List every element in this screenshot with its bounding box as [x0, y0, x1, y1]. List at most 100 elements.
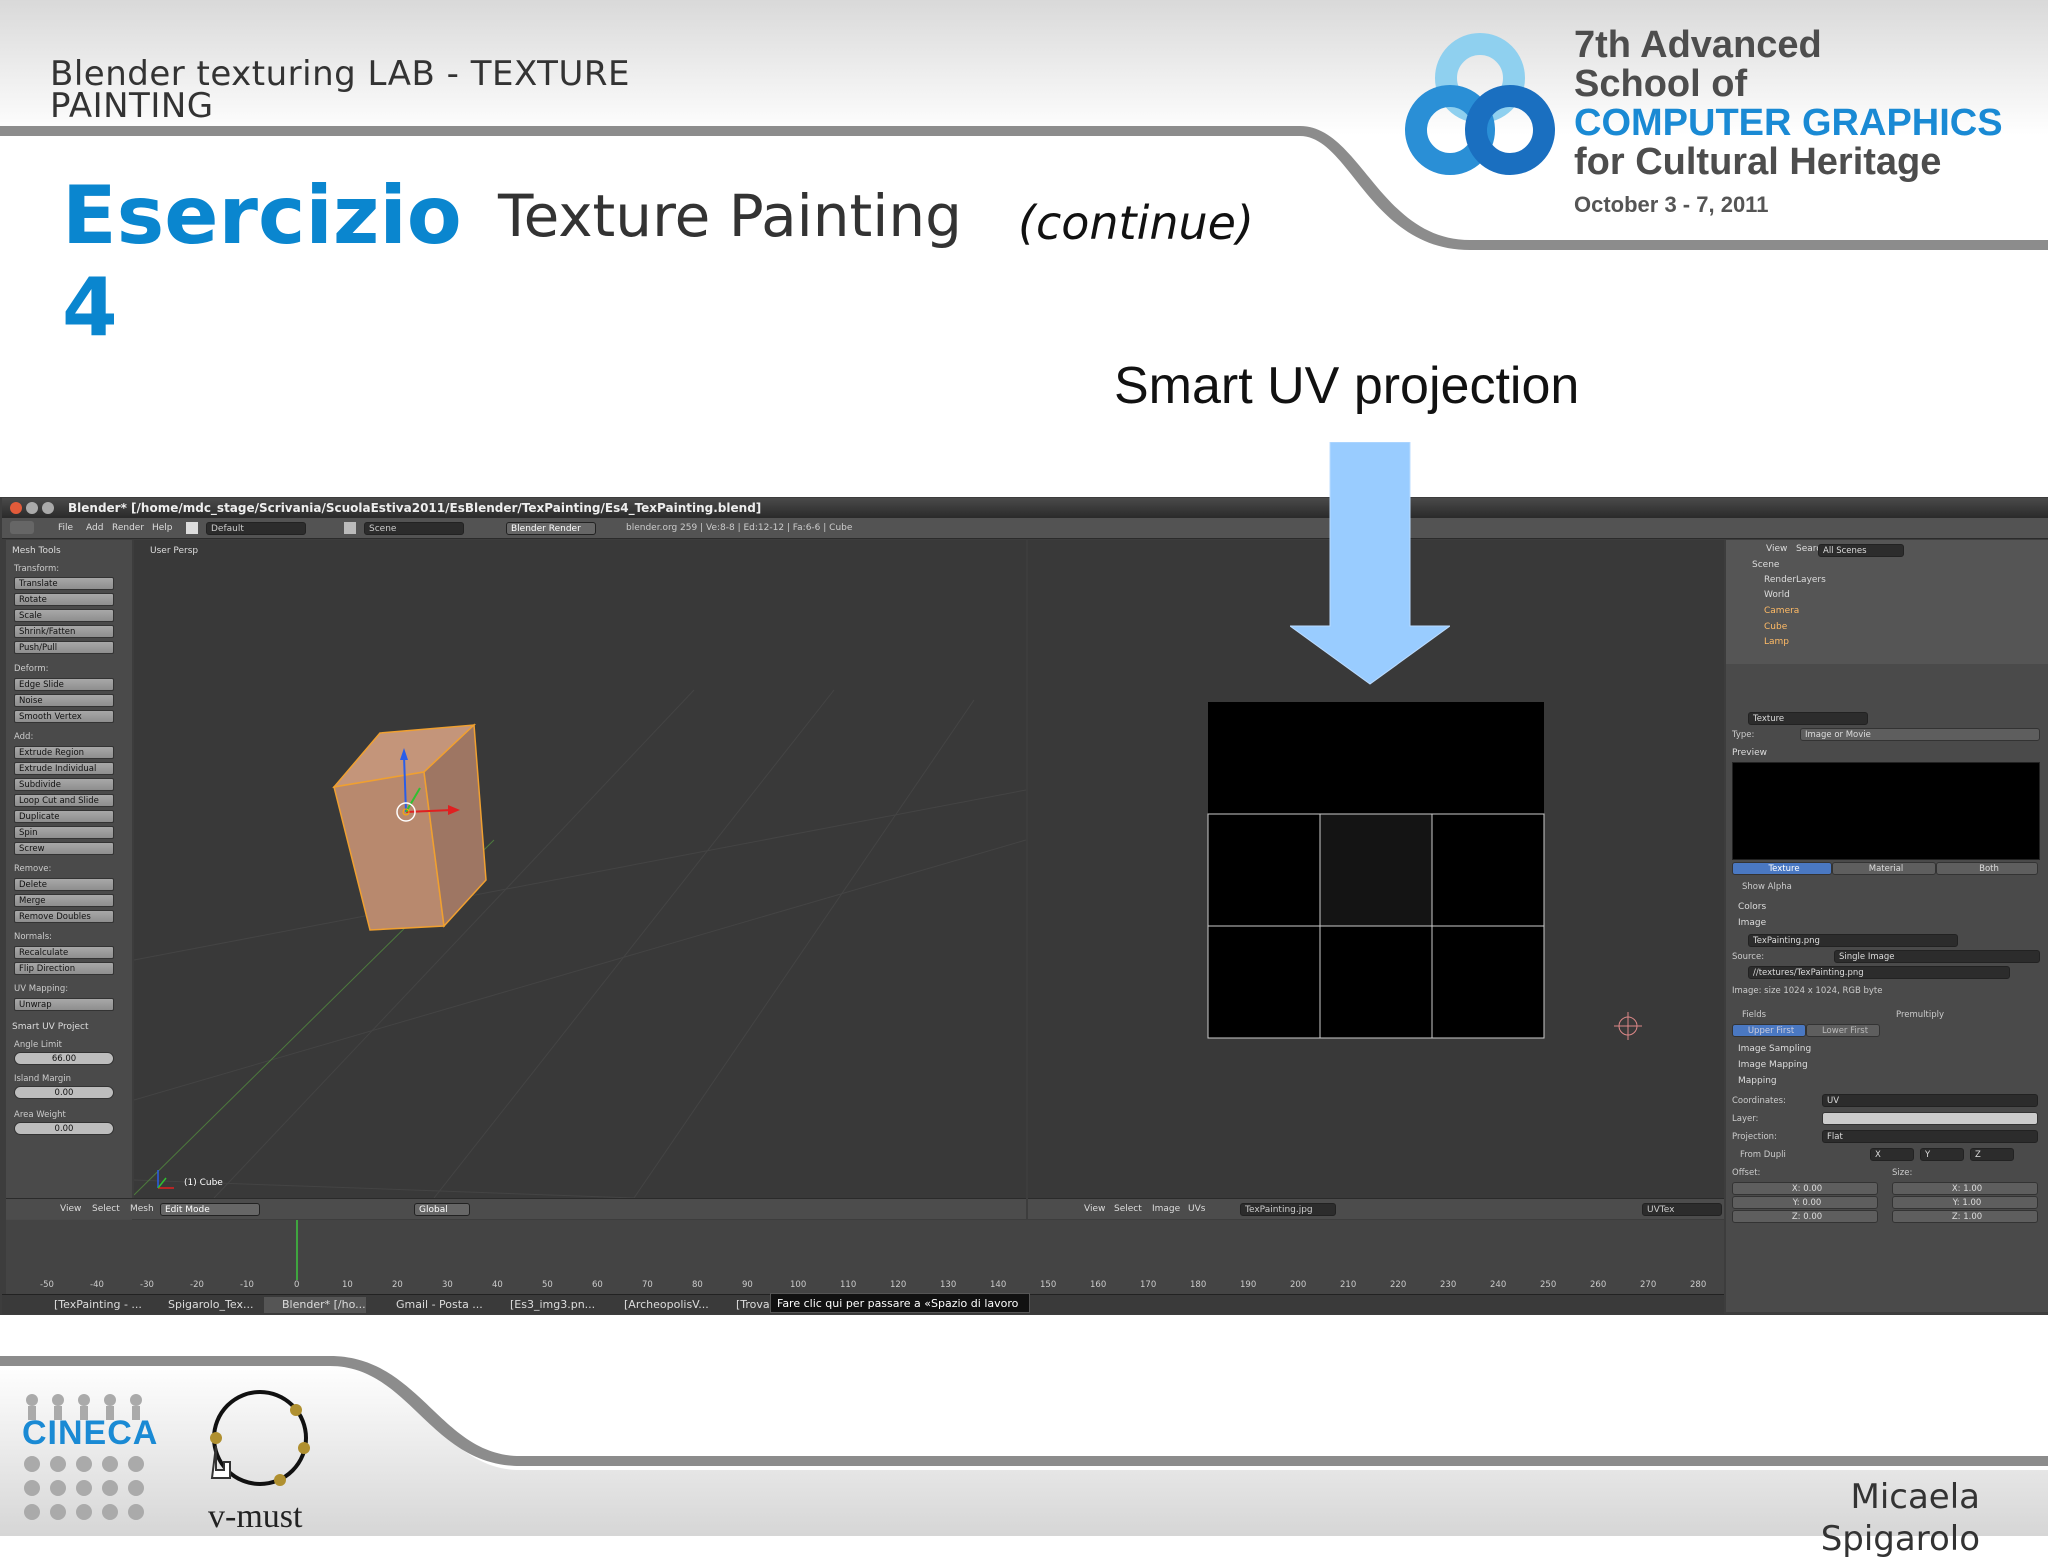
2d-cursor-icon[interactable] [1614, 1012, 1642, 1040]
extrude-region-button[interactable]: Extrude Region [14, 746, 114, 759]
outliner-item[interactable]: RenderLayers [1764, 575, 1826, 585]
timeline[interactable]: -50 -40 -30 -20 -10 0 10 20 30 40 50 60 … [6, 1220, 1724, 1294]
texture-name-field[interactable]: Texture [1748, 712, 1868, 725]
image-path-field[interactable]: //textures/TexPainting.png [1748, 966, 2010, 979]
outliner-item[interactable]: Scene [1752, 560, 1779, 570]
flip-direction-button[interactable]: Flip Direction [14, 962, 114, 975]
tab-material[interactable]: Material [1832, 862, 1936, 875]
menu-select[interactable]: Select [1114, 1199, 1142, 1219]
angle-limit-field[interactable]: 66.00 [14, 1052, 114, 1065]
scale-button[interactable]: Scale [14, 609, 114, 622]
menu-uvs[interactable]: UVs [1188, 1199, 1205, 1219]
duplicate-button[interactable]: Duplicate [14, 810, 114, 823]
tab-texture[interactable]: Texture [1732, 862, 1832, 875]
smooth-vertex-button[interactable]: Smooth Vertex [14, 710, 114, 723]
close-icon[interactable] [10, 502, 22, 514]
projection-select[interactable]: Flat [1822, 1130, 2038, 1143]
size-z-field[interactable]: Z: 1.00 [1892, 1210, 2038, 1223]
offset-y-field[interactable]: Y: 0.00 [1732, 1196, 1878, 1209]
outliner-item[interactable]: World [1764, 590, 1790, 600]
type-select[interactable]: Image or Movie [1800, 728, 2040, 741]
premultiply-checkbox[interactable]: Premultiply [1896, 1010, 1944, 1020]
fields-checkbox[interactable]: Fields [1742, 1010, 1766, 1020]
viewport-3d[interactable]: User Persp (1) Cube [134, 540, 1026, 1198]
screw-button[interactable]: Screw [14, 842, 114, 855]
render-engine-select[interactable]: Blender Render [506, 522, 596, 535]
from-dupli-checkbox[interactable]: From Dupli [1740, 1150, 1786, 1160]
taskbar-item[interactable]: Gmail - Posta ... [378, 1297, 483, 1313]
axis-y-select[interactable]: Y [1920, 1148, 1964, 1161]
push-pull-button[interactable]: Push/Pull [14, 641, 114, 654]
layout-field[interactable]: Default [206, 522, 306, 535]
outliner-item[interactable]: Lamp [1764, 637, 1789, 647]
smart-uv-title[interactable]: Smart UV Project [12, 1022, 88, 1032]
menu-image[interactable]: Image [1152, 1199, 1180, 1219]
mode-select[interactable]: Edit Mode [160, 1203, 260, 1216]
image-select[interactable]: TexPainting.jpg [1240, 1203, 1336, 1216]
menu-view[interactable]: View [60, 1199, 81, 1219]
lower-first-button[interactable]: Lower First [1806, 1024, 1880, 1037]
image-sampling-title[interactable]: Image Sampling [1738, 1044, 1811, 1054]
tab-both[interactable]: Both [1936, 862, 2038, 875]
unwrap-button[interactable]: Unwrap [14, 998, 114, 1011]
image-panel-title[interactable]: Image [1738, 918, 1766, 928]
outliner-filter[interactable]: All Scenes [1818, 544, 1904, 557]
menu-select[interactable]: Select [92, 1199, 120, 1219]
coordinates-select[interactable]: UV [1822, 1094, 2038, 1107]
noise-button[interactable]: Noise [14, 694, 114, 707]
edge-slide-button[interactable]: Edge Slide [14, 678, 114, 691]
layer-field[interactable] [1822, 1112, 2038, 1125]
shrink-fatten-button[interactable]: Shrink/Fatten [14, 625, 114, 638]
axis-z-select[interactable]: Z [1970, 1148, 2014, 1161]
image-name-field[interactable]: TexPainting.png [1748, 934, 1958, 947]
mesh-tools-title[interactable]: Mesh Tools [12, 546, 61, 556]
image-mapping-title[interactable]: Image Mapping [1738, 1060, 1808, 1070]
minimize-icon[interactable] [26, 502, 38, 514]
menu-add[interactable]: Add [86, 518, 103, 538]
merge-button[interactable]: Merge [14, 894, 114, 907]
loop-cut-button[interactable]: Loop Cut and Slide [14, 794, 114, 807]
offset-x-field[interactable]: X: 0.00 [1732, 1182, 1878, 1195]
layout-icon[interactable] [186, 522, 198, 534]
source-select[interactable]: Single Image [1834, 950, 2040, 963]
show-alpha-checkbox[interactable]: Show Alpha [1742, 882, 1792, 892]
orientation-select[interactable]: Global [414, 1203, 470, 1216]
menu-render[interactable]: Render [112, 518, 144, 538]
scene-field[interactable]: Scene [364, 522, 464, 535]
taskbar-item[interactable]: Spigarolo_Tex... [150, 1297, 253, 1313]
taskbar-item[interactable]: [TexPainting - ... [36, 1297, 142, 1313]
mapping-title[interactable]: Mapping [1738, 1076, 1777, 1086]
menu-help[interactable]: Help [152, 518, 173, 538]
menu-file[interactable]: File [58, 518, 73, 538]
area-weight-field[interactable]: 0.00 [14, 1122, 114, 1135]
size-y-field[interactable]: Y: 1.00 [1892, 1196, 2038, 1209]
menu-view[interactable]: View [1084, 1199, 1105, 1219]
current-frame-marker[interactable] [296, 1220, 298, 1280]
upper-first-button[interactable]: Upper First [1732, 1024, 1806, 1037]
menu-view[interactable]: View [1766, 544, 1787, 554]
editor-type-icon[interactable] [10, 521, 34, 534]
taskbar-item[interactable]: [Es3_img3.pn... [492, 1297, 595, 1313]
recalculate-button[interactable]: Recalculate [14, 946, 114, 959]
scene-icon[interactable] [344, 522, 356, 534]
spin-button[interactable]: Spin [14, 826, 114, 839]
island-margin-field[interactable]: 0.00 [14, 1086, 114, 1099]
subdivide-button[interactable]: Subdivide [14, 778, 114, 791]
taskbar-item[interactable]: [Trova [718, 1297, 770, 1313]
translate-button[interactable]: Translate [14, 577, 114, 590]
offset-z-field[interactable]: Z: 0.00 [1732, 1210, 1878, 1223]
outliner-item[interactable]: Camera [1764, 606, 1799, 616]
uvtex-select[interactable]: UVTex [1642, 1203, 1722, 1216]
remove-doubles-button[interactable]: Remove Doubles [14, 910, 114, 923]
taskbar-item[interactable]: Blender* [/ho... [264, 1297, 366, 1313]
taskbar-item[interactable]: [ArcheopolisV... [606, 1297, 709, 1313]
extrude-individual-button[interactable]: Extrude Individual [14, 762, 114, 775]
preview-panel-title[interactable]: Preview [1732, 748, 1767, 758]
axis-x-select[interactable]: X [1870, 1148, 1914, 1161]
menu-mesh[interactable]: Mesh [130, 1199, 154, 1219]
delete-button[interactable]: Delete [14, 878, 114, 891]
rotate-button[interactable]: Rotate [14, 593, 114, 606]
outliner-item[interactable]: Cube [1764, 622, 1787, 632]
colors-panel-title[interactable]: Colors [1738, 902, 1766, 912]
maximize-icon[interactable] [42, 502, 54, 514]
